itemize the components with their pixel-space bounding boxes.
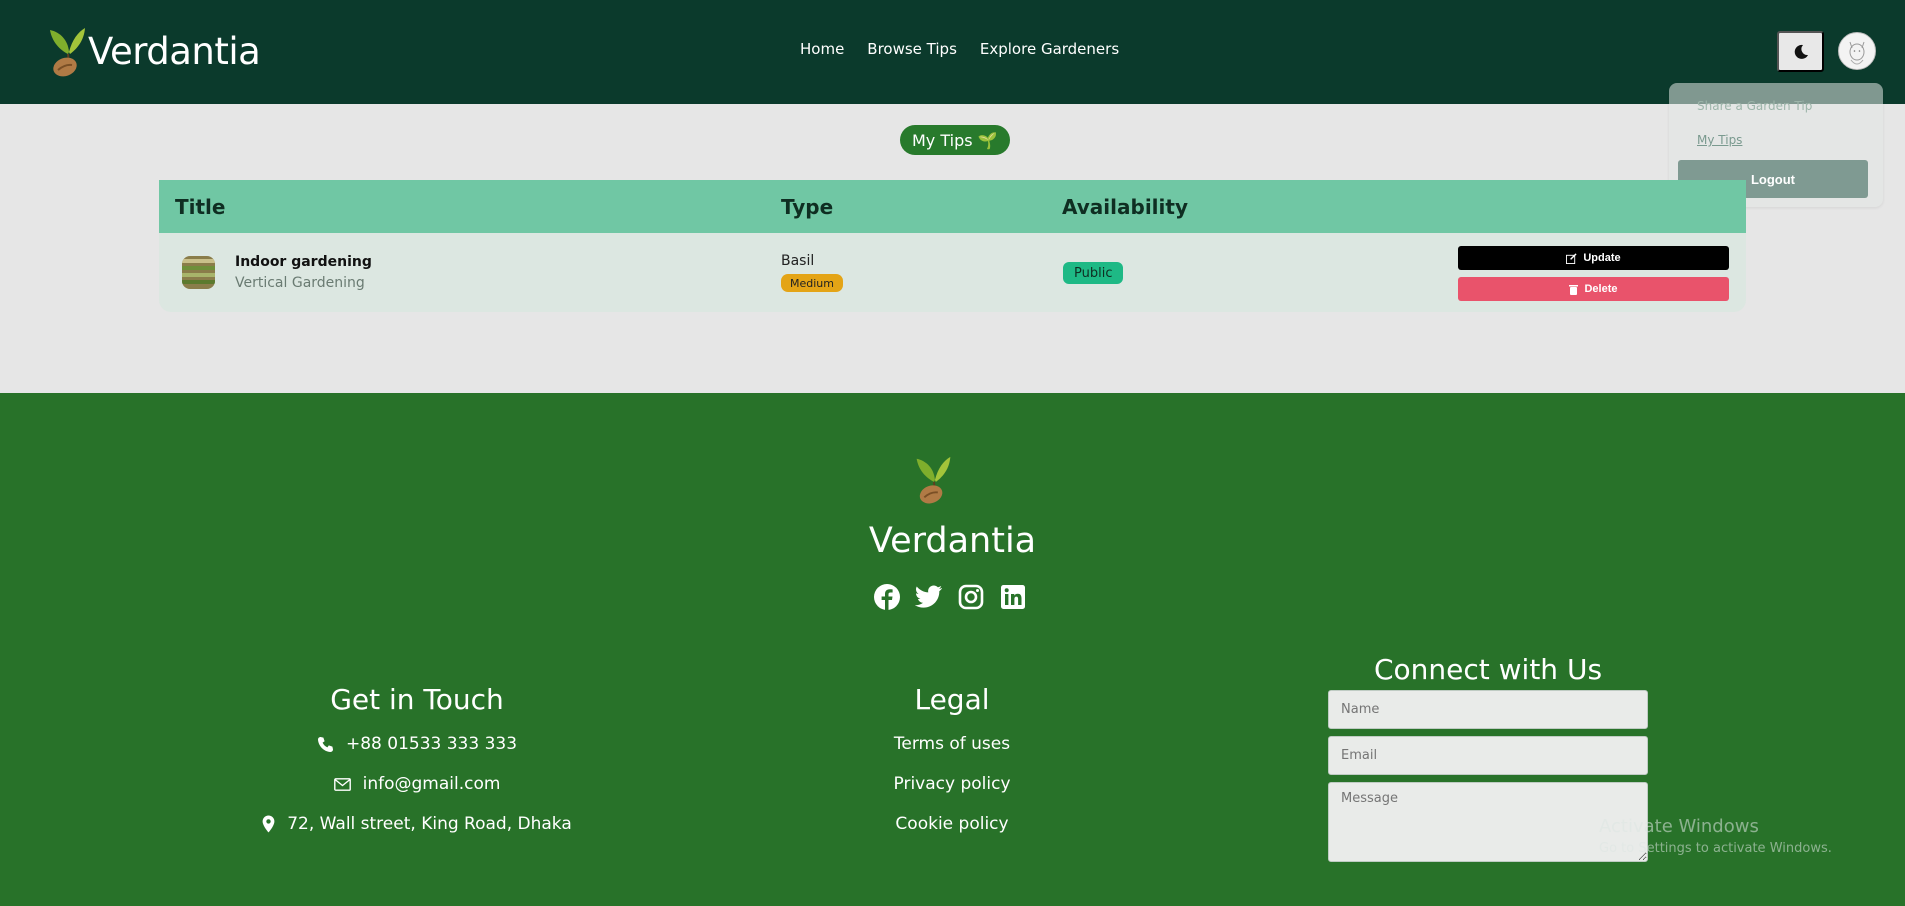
phone-number: +88 01533 333 333: [345, 734, 518, 754]
header-type: Type: [781, 195, 834, 219]
contact-title: Get in Touch: [330, 683, 504, 716]
menu-my-tips[interactable]: My Tips: [1697, 133, 1742, 147]
sprout-logo-icon: [50, 28, 85, 77]
phone-line: +88 01533 333 333: [0, 724, 834, 764]
mail-icon: [333, 777, 351, 791]
table-header: Title Type Availability: [159, 180, 1746, 233]
footer-brand: Verdantia: [868, 521, 1037, 561]
availability-badge: Public: [1063, 262, 1124, 284]
moon-icon: [1794, 44, 1808, 59]
tips-table: Title Type Availability Indoor gardening…: [159, 180, 1746, 312]
phone-icon: [317, 736, 333, 752]
header-title: Title: [175, 195, 226, 219]
cookie-link[interactable]: Cookie policy: [822, 804, 1082, 844]
location-pin-icon: [262, 815, 275, 833]
nav-explore-gardeners[interactable]: Explore Gardeners: [980, 40, 1119, 58]
main-nav: Home Browse Tips Explore Gardeners: [800, 40, 1119, 58]
contact-info-section: Get in Touch +88 01533 333 333 info@gmai…: [0, 683, 834, 844]
trash-icon: [1569, 284, 1579, 295]
facebook-icon[interactable]: [873, 583, 901, 611]
nav-home[interactable]: Home: [800, 40, 844, 58]
cat-avatar-icon: [1840, 34, 1874, 68]
header-availability: Availability: [1062, 195, 1188, 219]
email-line: info@gmail.com: [0, 764, 834, 804]
terms-link[interactable]: Terms of uses: [822, 724, 1082, 764]
edit-icon: [1566, 252, 1577, 264]
legal-title: Legal: [914, 683, 990, 716]
street-address: 72, Wall street, King Road, Dhaka: [287, 814, 572, 834]
menu-share-tip[interactable]: Share a Garden Tip: [1697, 99, 1812, 113]
email-address: info@gmail.com: [362, 774, 501, 794]
delete-label: Delete: [1584, 283, 1618, 295]
sprout-logo-icon: [916, 456, 951, 504]
navbar: Verdantia Home Browse Tips Explore Garde…: [0, 0, 1905, 104]
theme-toggle-button[interactable]: [1777, 31, 1824, 72]
update-button[interactable]: Update: [1458, 246, 1729, 270]
name-input[interactable]: [1328, 690, 1648, 729]
brand-name: Verdantia: [88, 29, 261, 73]
page-title-badge: My Tips 🌱: [900, 125, 1010, 155]
nav-browse-tips[interactable]: Browse Tips: [867, 40, 957, 58]
activate-windows-watermark: Activate Windows Go to Settings to activ…: [1599, 816, 1832, 856]
delete-button[interactable]: Delete: [1458, 277, 1729, 301]
user-avatar[interactable]: [1838, 32, 1876, 70]
legal-section: Legal Terms of uses Privacy policy Cooki…: [822, 683, 1082, 844]
instagram-icon[interactable]: [957, 583, 985, 611]
linkedin-icon[interactable]: [999, 583, 1027, 611]
email-input[interactable]: [1328, 736, 1648, 775]
privacy-link[interactable]: Privacy policy: [822, 764, 1082, 804]
difficulty-badge: Medium: [781, 274, 843, 292]
tip-plant-type: Basil: [781, 253, 815, 269]
twitter-icon[interactable]: [915, 583, 943, 611]
social-links: [873, 583, 1027, 611]
connect-title: Connect with Us: [1373, 653, 1603, 686]
tip-category: Vertical Gardening: [235, 275, 365, 291]
table-row: Indoor gardening Vertical Gardening Basi…: [159, 233, 1746, 312]
update-label: Update: [1583, 252, 1621, 264]
tip-title: Indoor gardening: [235, 254, 372, 270]
watermark-title: Activate Windows: [1599, 816, 1759, 837]
tip-thumbnail: [182, 256, 215, 289]
watermark-subtitle: Go to Settings to activate Windows.: [1599, 841, 1832, 856]
brand-link[interactable]: Verdantia: [48, 24, 261, 78]
address-line: 72, Wall street, King Road, Dhaka: [0, 804, 834, 844]
